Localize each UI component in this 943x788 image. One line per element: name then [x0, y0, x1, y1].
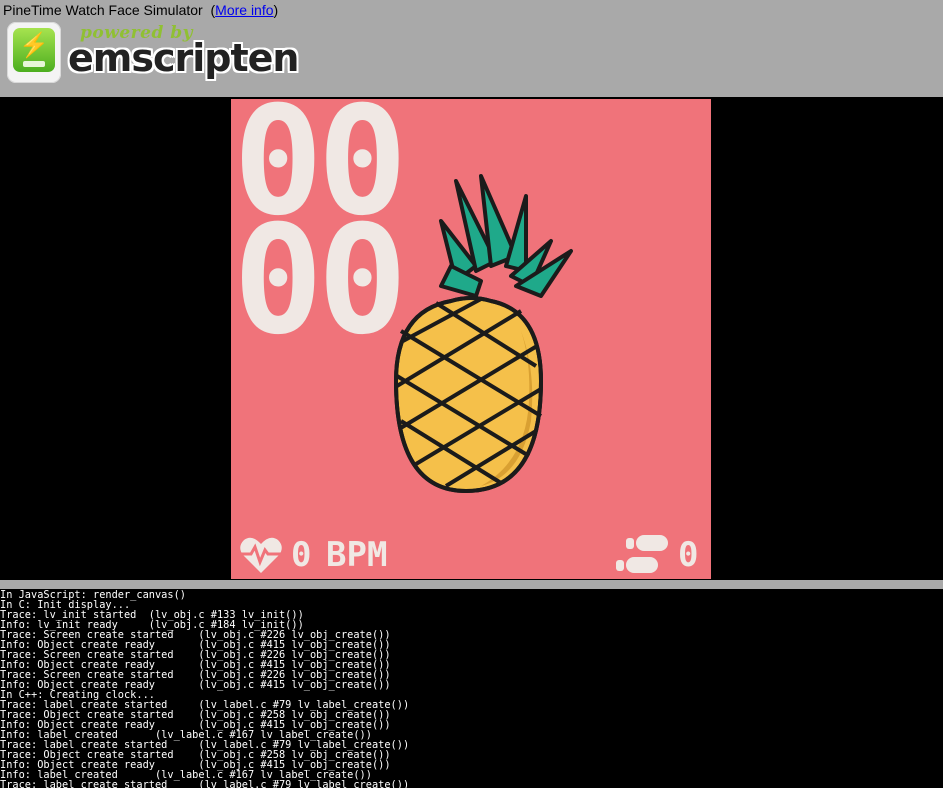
console-log: In JavaScript: render_canvas() In C: Init… [0, 589, 943, 788]
console-line: In JavaScript: render_canvas() [0, 589, 186, 601]
emscripten-logo-icon: ⚡ [7, 22, 61, 83]
simulator-canvas[interactable]: 00 00 0 BPM 0 [0, 97, 943, 580]
steps-icon [616, 535, 668, 573]
header-bar: PineTime Watch Face Simulator (More info… [0, 0, 943, 97]
console-line: Trace: label create started (lv_label.c … [0, 779, 410, 788]
output-console[interactable]: In JavaScript: render_canvas() In C: Init… [0, 589, 943, 788]
page-title: PineTime Watch Face Simulator (More info… [3, 2, 279, 18]
minute-label: 00 [233, 194, 408, 368]
steps-value: 0 [678, 535, 699, 575]
watch-face: 00 00 0 BPM 0 [231, 99, 711, 579]
heart-rate-unit: BPM [326, 535, 388, 575]
heart-rate-value: 0 [291, 535, 312, 575]
title-text: PineTime Watch Face Simulator [3, 2, 203, 18]
separator [0, 580, 943, 589]
pineapple-icon [393, 174, 573, 494]
emscripten-brand-text: emscripten [68, 36, 299, 80]
more-info-link[interactable]: More info [215, 2, 273, 18]
heart-rate-icon [240, 537, 282, 573]
